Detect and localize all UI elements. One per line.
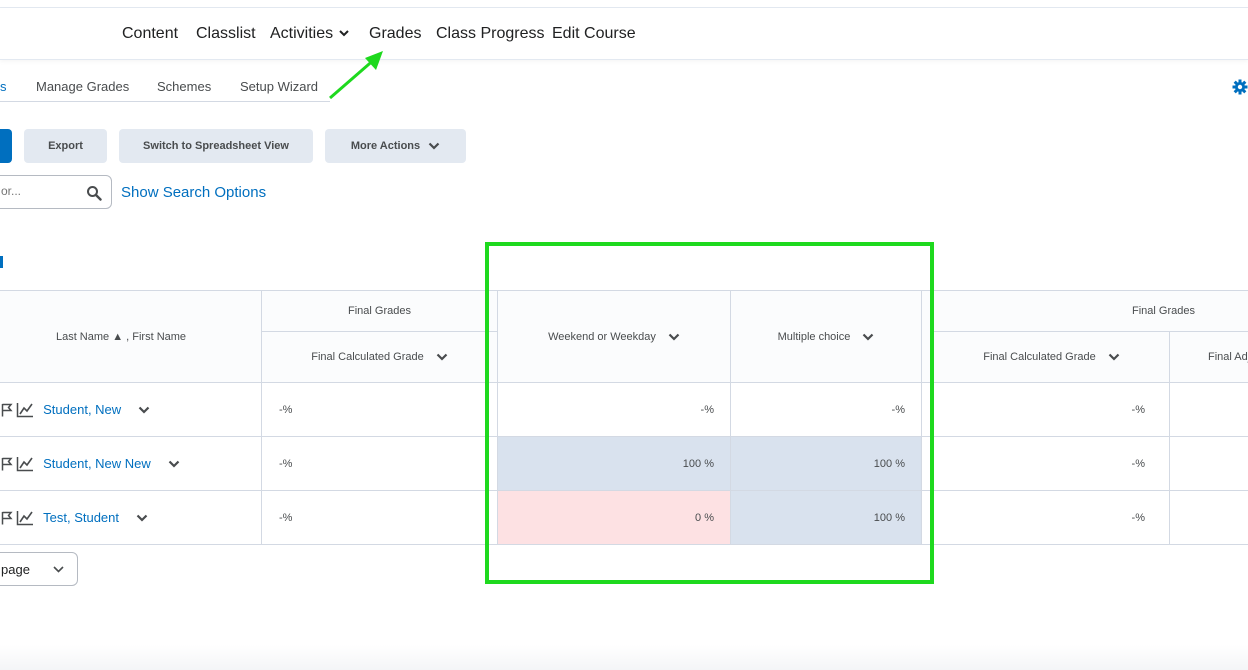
multiple-choice-header[interactable]: Multiple choice: [730, 290, 922, 383]
final-grade-cell-2[interactable]: -%: [933, 436, 1170, 491]
weekend-grade-cell[interactable]: 0 %: [497, 490, 731, 545]
table-row: Student, New New -% 100 % 100 % -%: [0, 436, 1248, 491]
chevron-down-icon: [53, 566, 64, 573]
student-name-cell: Student, New New: [0, 436, 262, 491]
flag-icon[interactable]: [1, 457, 13, 471]
chevron-down-icon: [339, 30, 349, 37]
export-button[interactable]: Export: [24, 129, 107, 163]
student-link[interactable]: Test, Student: [43, 510, 119, 525]
final-grade-cell[interactable]: -%: [261, 382, 498, 437]
final-grades-group-header-2: Final Grades: [932, 290, 1248, 332]
student-name-cell: Student, New: [0, 382, 262, 437]
flag-icon[interactable]: [1, 403, 13, 417]
final-adjusted-cell[interactable]: [1168, 382, 1248, 437]
course-navbar: Content Classlist Activities Grades Clas…: [0, 8, 1248, 60]
final-grade-cell-2[interactable]: -%: [933, 490, 1170, 545]
final-adjusted-cell[interactable]: [1168, 436, 1248, 491]
flag-icon[interactable]: [1, 511, 13, 525]
nav-content[interactable]: Content: [122, 25, 178, 43]
name-header[interactable]: Last Name ▲ , First Name: [0, 290, 262, 383]
name-header-label: Last Name ▲ , First Name: [55, 330, 187, 343]
student-link[interactable]: Student, New New: [43, 456, 151, 471]
final-grade-cell-2[interactable]: -%: [933, 382, 1170, 437]
gap-cell: [921, 382, 934, 437]
final-grades-group-header: Final Grades: [261, 290, 498, 332]
chevron-down-icon[interactable]: [668, 333, 680, 341]
weekend-weekday-label: Weekend or Weekday: [548, 330, 656, 343]
student-link[interactable]: Student, New: [43, 402, 121, 417]
final-grade-cell[interactable]: -%: [261, 436, 498, 491]
chevron-down-icon[interactable]: [138, 406, 150, 414]
multiple-grade-cell[interactable]: 100 %: [730, 490, 922, 545]
show-search-options-link[interactable]: Show Search Options: [121, 184, 266, 201]
chevron-down-icon[interactable]: [136, 514, 148, 522]
multiple-grade-cell[interactable]: -%: [730, 382, 922, 437]
gap-cell: [921, 436, 934, 491]
subnav-schemes[interactable]: Schemes: [157, 79, 211, 94]
weekend-grade-cell[interactable]: 100 %: [497, 436, 731, 491]
switch-spreadsheet-button[interactable]: Switch to Spreadsheet View: [119, 129, 313, 163]
weekend-grade-cell[interactable]: -%: [497, 382, 731, 437]
top-strip: [0, 0, 1248, 8]
subnav-setup-wizard[interactable]: Setup Wizard: [240, 79, 318, 94]
subnav-divider: [0, 101, 330, 102]
student-name-cell: Test, Student: [0, 490, 262, 545]
final-adjusted-header[interactable]: Final Adjus: [1168, 331, 1248, 383]
nav-classlist[interactable]: Classlist: [196, 25, 256, 43]
final-adjusted-cell[interactable]: [1168, 490, 1248, 545]
weekend-weekday-header[interactable]: Weekend or Weekday: [497, 290, 731, 383]
more-actions-button[interactable]: More Actions: [325, 129, 466, 163]
search-input[interactable]: [1, 184, 71, 198]
per-page-select[interactable]: page: [0, 552, 78, 586]
final-calculated-header-2[interactable]: Final Calculated Grade: [933, 331, 1170, 383]
nav-activities[interactable]: Activities: [270, 25, 349, 43]
graph-icon[interactable]: [16, 456, 34, 472]
subnav-enter-grades-tab[interactable]: s: [0, 79, 7, 94]
final-calculated-label-2: Final Calculated Grade: [983, 351, 1096, 363]
chevron-down-icon[interactable]: [168, 460, 180, 468]
chevron-down-icon[interactable]: [862, 333, 874, 341]
subnav-manage-grades[interactable]: Manage Grades: [36, 79, 129, 94]
more-actions-label: More Actions: [350, 140, 421, 152]
chevron-down-icon[interactable]: [1108, 353, 1120, 361]
view-link-fragment[interactable]: [0, 256, 3, 268]
nav-edit-course[interactable]: Edit Course: [552, 25, 636, 43]
final-grade-cell[interactable]: -%: [261, 490, 498, 545]
final-calculated-header[interactable]: Final Calculated Grade: [261, 331, 498, 383]
multiple-choice-label: Multiple choice: [777, 330, 851, 343]
multiple-grade-cell[interactable]: 100 %: [730, 436, 922, 491]
primary-action-button[interactable]: [0, 129, 12, 163]
chevron-down-icon[interactable]: [436, 353, 448, 361]
final-calculated-label: Final Calculated Grade: [311, 351, 424, 363]
header-gap: [921, 290, 934, 383]
table-row: Student, New -% -% -% -%: [0, 382, 1248, 437]
per-page-label: page: [1, 562, 30, 577]
nav-activities-label: Activities: [270, 25, 334, 42]
search-icon[interactable]: [86, 185, 102, 201]
bottom-fade: [0, 645, 1248, 670]
grades-table: Last Name ▲ , First Name Final Grades We…: [0, 290, 1248, 545]
chevron-down-icon: [428, 142, 440, 150]
nav-grades[interactable]: Grades: [369, 25, 421, 43]
graph-icon[interactable]: [16, 510, 34, 526]
gear-icon[interactable]: [1232, 79, 1248, 95]
table-row: Test, Student -% 0 % 100 % -%: [0, 490, 1248, 545]
gap-cell: [921, 490, 934, 545]
graph-icon[interactable]: [16, 402, 34, 418]
nav-class-progress[interactable]: Class Progress: [436, 25, 544, 43]
